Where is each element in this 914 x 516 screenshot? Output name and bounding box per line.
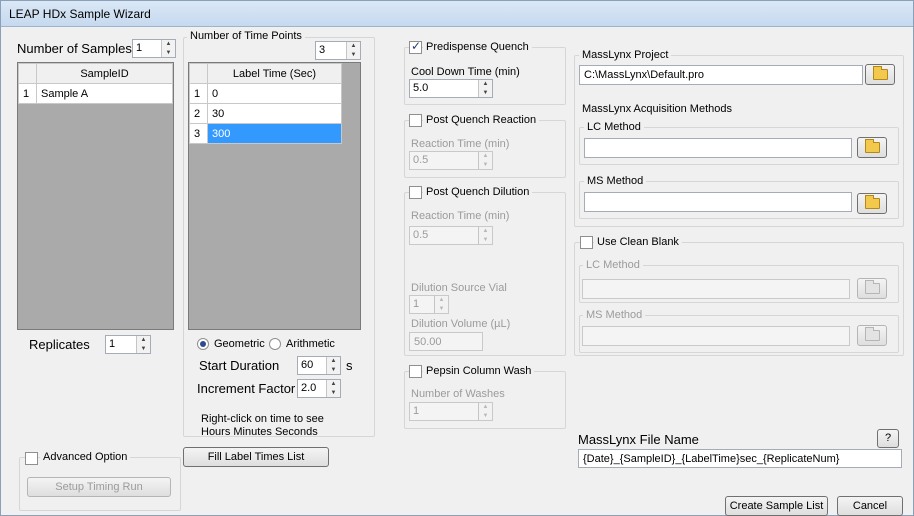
dilution-volume-label: Dilution Volume (µL) — [411, 318, 511, 330]
masslynx-project-label: MassLynx Project — [579, 49, 672, 61]
label-time-cell[interactable]: 30 — [207, 103, 342, 124]
number-of-samples-label: Number of Samples — [17, 41, 132, 56]
start-duration-label: Start Duration — [199, 358, 280, 373]
label-time-grid[interactable]: Label Time (Sec) 1 0 2 30 3 300 — [188, 62, 361, 330]
spinner-arrows-icon[interactable]: ▲ ▼ — [478, 403, 492, 420]
use-clean-blank-checkbox[interactable] — [580, 236, 593, 249]
setup-timing-run-button[interactable]: Setup Timing Run — [27, 477, 171, 497]
ms-method-label: MS Method — [584, 175, 647, 187]
folder-icon — [865, 195, 880, 209]
sample-wizard-window: LEAP HDx Sample Wizard Number of Samples… — [0, 0, 914, 516]
post-quench-reaction-label: Post Quench Reaction — [423, 114, 540, 126]
spinner-arrows-icon[interactable]: ▲ ▼ — [434, 296, 448, 313]
lc-method-field[interactable] — [584, 138, 852, 158]
browse-blank-lc-method-button[interactable] — [857, 278, 887, 299]
spinner-arrows-icon[interactable]: ▲ ▼ — [326, 380, 340, 397]
title-bar: LEAP HDx Sample Wizard — [1, 1, 913, 27]
spinner-arrows-icon[interactable]: ▲ ▼ — [161, 40, 175, 57]
geometric-radio[interactable] — [197, 338, 209, 350]
number-of-time-points-label: Number of Time Points — [187, 30, 305, 42]
folder-icon — [865, 280, 880, 294]
pepsin-column-wash-label: Pepsin Column Wash — [423, 365, 535, 377]
folder-icon — [865, 139, 880, 153]
reaction-time-label: Reaction Time (min) — [411, 138, 510, 150]
label-time-column-header[interactable]: Label Time (Sec) — [207, 63, 342, 84]
masslynx-acquisition-methods-label: MassLynx Acquisition Methods — [579, 103, 735, 115]
browse-blank-ms-method-button[interactable] — [857, 325, 887, 346]
lc-method-label: LC Method — [584, 121, 644, 133]
use-clean-blank-label: Use Clean Blank — [594, 236, 682, 248]
browse-ms-method-button[interactable] — [857, 193, 887, 214]
dilution-source-vial-label: Dilution Source Vial — [411, 282, 507, 294]
label-time-cell[interactable]: 300 — [207, 123, 342, 144]
number-of-time-points-spinner[interactable]: 3 ▲ ▼ — [315, 41, 361, 60]
spinner-arrows-icon[interactable]: ▲ ▼ — [478, 227, 492, 244]
post-quench-reaction-checkbox[interactable] — [409, 114, 422, 127]
number-of-washes-spinner[interactable]: 1 ▲ ▼ — [409, 402, 493, 421]
cool-down-time-spinner[interactable]: 5.0 ▲ ▼ — [409, 79, 493, 98]
dilution-source-vial-spinner[interactable]: 1 ▲ ▼ — [409, 295, 449, 314]
advanced-option-checkbox[interactable] — [25, 452, 38, 465]
browse-lc-method-button[interactable] — [857, 137, 887, 158]
predispense-quench-label: Predispense Quench — [423, 41, 532, 53]
pepsin-column-wash-checkbox[interactable] — [409, 365, 422, 378]
spinner-arrows-icon[interactable]: ▲ ▼ — [326, 357, 340, 374]
cancel-button[interactable]: Cancel — [837, 496, 903, 516]
arithmetic-label: Arithmetic — [286, 338, 335, 350]
masslynx-file-name-label: MassLynx File Name — [578, 432, 699, 447]
table-row-selected[interactable]: 3 300 — [189, 123, 342, 144]
time-hint-line1: Right-click on time to see — [201, 413, 324, 425]
predispense-quench-checkbox[interactable] — [409, 39, 422, 54]
blank-ms-method-field[interactable] — [582, 326, 850, 346]
reaction-time-spinner[interactable]: 0.5 ▲ ▼ — [409, 151, 493, 170]
blank-lc-method-field[interactable] — [582, 279, 850, 299]
table-row[interactable]: 1 Sample A — [18, 83, 173, 104]
increment-factor-spinner[interactable]: 2.0 ▲ ▼ — [297, 379, 341, 398]
spinner-arrows-icon[interactable]: ▲ ▼ — [478, 152, 492, 169]
replicates-label: Replicates — [29, 337, 90, 352]
fill-label-times-list-button[interactable]: Fill Label Times List — [183, 447, 329, 467]
arithmetic-radio[interactable] — [269, 338, 281, 350]
ms-method-field[interactable] — [584, 192, 852, 212]
sample-id-column-header[interactable]: SampleID — [36, 63, 173, 84]
masslynx-project-field[interactable]: C:\MassLynx\Default.pro — [579, 65, 863, 85]
folder-icon — [865, 327, 880, 341]
browse-project-button[interactable] — [865, 64, 895, 85]
increment-factor-label: Increment Factor — [197, 381, 296, 396]
advanced-option-label: Advanced Option — [40, 451, 131, 463]
post-quench-dilution-checkbox[interactable] — [409, 186, 422, 199]
start-duration-spinner[interactable]: 60 ▲ ▼ — [297, 356, 341, 375]
post-quench-dilution-label: Post Quench Dilution — [423, 186, 533, 198]
spinner-arrows-icon[interactable]: ▲ ▼ — [478, 80, 492, 97]
folder-icon — [873, 66, 888, 80]
help-button[interactable]: ? — [877, 429, 899, 448]
window-title: LEAP HDx Sample Wizard — [9, 7, 151, 21]
dilution-reaction-time-label: Reaction Time (min) — [411, 210, 510, 222]
cool-down-time-label: Cool Down Time (min) — [411, 66, 520, 78]
spinner-arrows-icon[interactable]: ▲ ▼ — [346, 42, 360, 59]
blank-lc-method-label: LC Method — [583, 259, 643, 271]
replicates-spinner[interactable]: 1 ▲ ▼ — [105, 335, 151, 354]
sample-id-grid[interactable]: SampleID 1 Sample A — [17, 62, 174, 330]
time-hint-line2: Hours Minutes Seconds — [201, 426, 318, 438]
blank-ms-method-label: MS Method — [583, 309, 646, 321]
start-duration-unit: s — [346, 358, 353, 373]
geometric-label: Geometric — [214, 338, 265, 350]
masslynx-file-name-field[interactable]: {Date}_{SampleID}_{LabelTime}sec_{Replic… — [578, 449, 902, 468]
number-of-washes-label: Number of Washes — [411, 388, 505, 400]
create-sample-list-button[interactable]: Create Sample List — [725, 496, 828, 516]
dilution-reaction-time-spinner[interactable]: 0.5 ▲ ▼ — [409, 226, 493, 245]
table-row[interactable]: 2 30 — [189, 103, 342, 124]
label-time-cell[interactable]: 0 — [207, 83, 342, 104]
table-row[interactable]: 1 0 — [189, 83, 342, 104]
spinner-arrows-icon[interactable]: ▲ ▼ — [136, 336, 150, 353]
sample-id-cell[interactable]: Sample A — [36, 83, 173, 104]
number-of-samples-spinner[interactable]: 1 ▲ ▼ — [132, 39, 176, 58]
dilution-volume-field[interactable]: 50.00 — [409, 332, 483, 351]
